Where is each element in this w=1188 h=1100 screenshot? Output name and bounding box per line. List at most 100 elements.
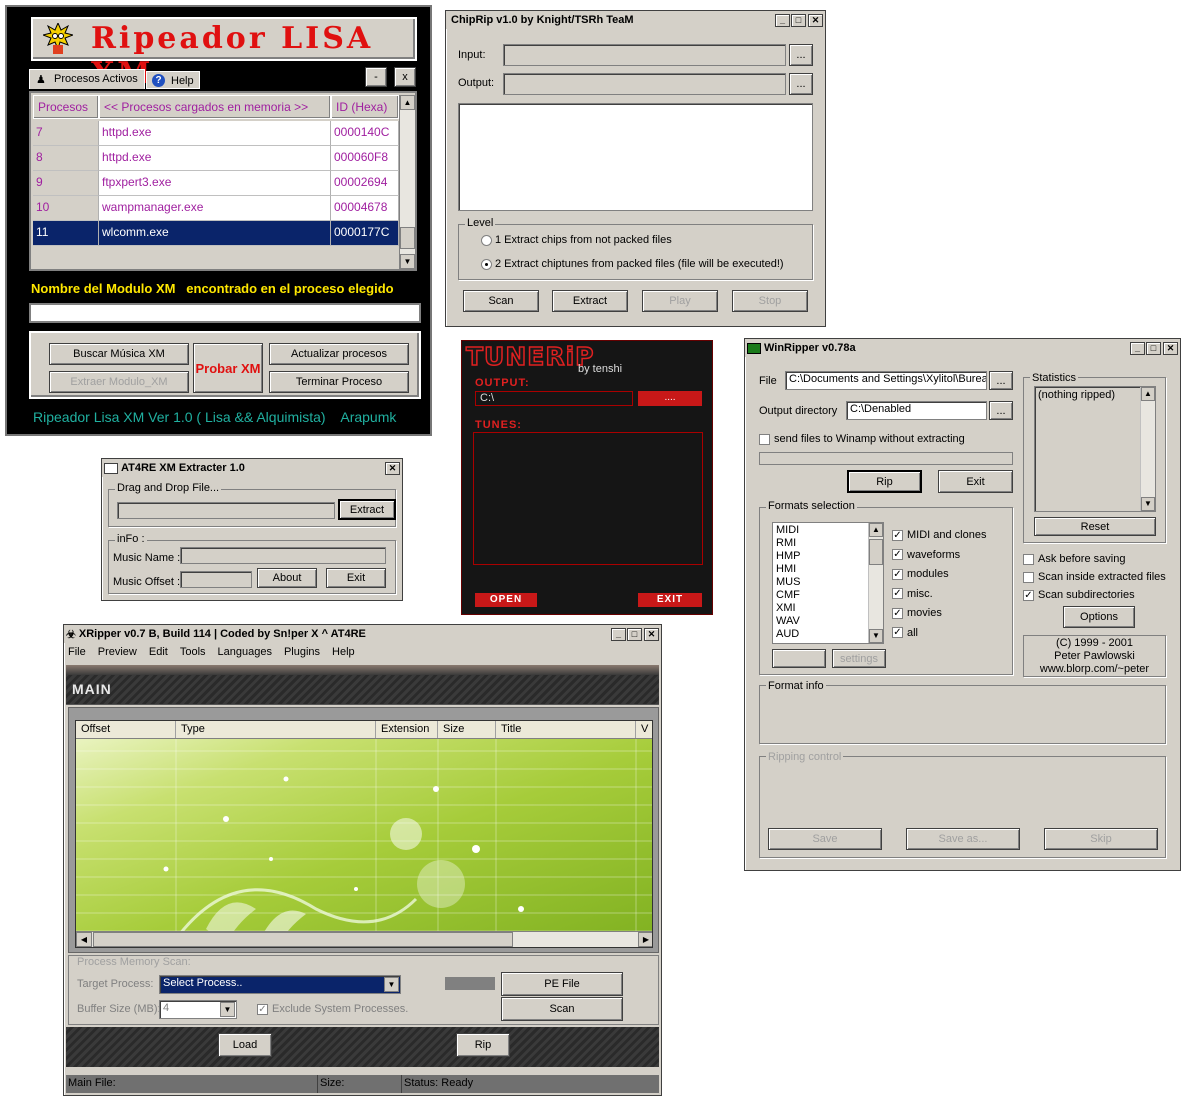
menu-item[interactable]: Languages: [218, 646, 272, 658]
buffer-size-select[interactable]: 4 ▼: [159, 1000, 237, 1019]
output-browse-button[interactable]: ...: [789, 73, 813, 95]
minimize-button[interactable]: -: [365, 67, 387, 87]
exit-button[interactable]: Exit: [326, 568, 386, 588]
exit-button[interactable]: Exit: [938, 470, 1013, 493]
close-button[interactable]: ✕: [644, 627, 659, 641]
tab-procesos-activos[interactable]: ♟ Procesos Activos: [29, 69, 145, 89]
output-browse-button[interactable]: ....: [638, 391, 702, 406]
level-option-2[interactable]: 2 Extract chiptunes from packed files (f…: [481, 258, 784, 270]
format-checkbox[interactable]: ✓ misc.: [892, 585, 986, 605]
terminar-proceso-button[interactable]: Terminar Proceso: [269, 371, 409, 393]
format-list-item[interactable]: XMI: [776, 602, 880, 615]
save-button[interactable]: Save: [768, 828, 882, 850]
output-browse-button[interactable]: ...: [989, 401, 1013, 420]
menu-item[interactable]: Plugins: [284, 646, 320, 658]
file-browse-button[interactable]: ...: [989, 371, 1013, 390]
col-procesos[interactable]: Procesos: [33, 95, 99, 119]
input-field[interactable]: [503, 44, 786, 66]
scan-button[interactable]: Scan: [463, 290, 539, 312]
horizontal-scrollbar[interactable]: ◀ ▶: [76, 931, 652, 947]
scan-button[interactable]: Scan: [501, 997, 623, 1021]
column-header[interactable]: Extension: [376, 721, 438, 738]
file-path-field[interactable]: [117, 502, 335, 519]
reset-button[interactable]: Reset: [1034, 517, 1156, 536]
load-button[interactable]: Load: [218, 1033, 272, 1057]
format-list-item[interactable]: HMI: [776, 563, 880, 576]
process-table-scrollbar[interactable]: ▲ ▼: [399, 95, 415, 269]
table-row[interactable]: 10 wampmanager.exe 00004678: [33, 196, 399, 221]
format-list-item[interactable]: RMI: [776, 537, 880, 550]
rip-button[interactable]: Rip: [847, 470, 922, 493]
stop-button[interactable]: Stop: [732, 290, 808, 312]
exit-button[interactable]: EXIT: [638, 593, 702, 607]
output-field[interactable]: [503, 73, 786, 95]
music-name-field[interactable]: [180, 547, 386, 564]
extract-button[interactable]: Extract: [552, 290, 628, 312]
output-field[interactable]: C:\: [475, 391, 633, 406]
rip-button[interactable]: Rip: [456, 1033, 510, 1057]
menu-item[interactable]: Tools: [180, 646, 206, 658]
col-procesos-cargados[interactable]: << Procesos cargados en memoria >>: [99, 95, 331, 119]
blank-button[interactable]: [772, 649, 826, 668]
tab-help[interactable]: ? Help: [146, 71, 200, 89]
probar-xm-button[interactable]: Probar XM: [193, 343, 263, 393]
format-checkbox[interactable]: ✓ MIDI and clones: [892, 526, 986, 546]
column-header[interactable]: V: [636, 721, 652, 738]
menu-item[interactable]: Edit: [149, 646, 168, 658]
format-list-item[interactable]: AUD: [776, 628, 880, 641]
format-list-item[interactable]: WAV: [776, 615, 880, 628]
menu-item[interactable]: Help: [332, 646, 355, 658]
close-button[interactable]: ✕: [385, 461, 400, 475]
pe-file-button[interactable]: PE File: [501, 972, 623, 996]
format-list-item[interactable]: CMF: [776, 589, 880, 602]
minimize-button[interactable]: _: [1130, 341, 1145, 355]
play-button[interactable]: Play: [642, 290, 718, 312]
input-browse-button[interactable]: ...: [789, 44, 813, 66]
close-button[interactable]: ✕: [1163, 341, 1178, 355]
extract-button[interactable]: Extract: [338, 499, 396, 520]
close-button[interactable]: ✕: [808, 13, 823, 27]
column-header[interactable]: Offset: [76, 721, 176, 738]
output-directory-field[interactable]: C:\Denabled: [846, 401, 987, 420]
maximize-button[interactable]: □: [627, 627, 642, 641]
format-list-item[interactable]: MIDI: [776, 524, 880, 537]
skip-button[interactable]: Skip: [1044, 828, 1158, 850]
settings-button[interactable]: settings: [832, 649, 886, 668]
column-header[interactable]: Size: [438, 721, 496, 738]
scan-option-checkbox[interactable]: Scan inside extracted files: [1023, 568, 1166, 586]
file-field[interactable]: C:\Documents and Settings\Xylitol\Burea: [785, 371, 987, 390]
target-process-select[interactable]: Select Process.. ▼: [159, 975, 401, 994]
music-offset-field[interactable]: [180, 571, 252, 588]
format-checkbox[interactable]: ✓ all: [892, 624, 986, 644]
table-row[interactable]: 9 ftpxpert3.exe 00002694: [33, 171, 399, 196]
format-checkbox[interactable]: ✓ movies: [892, 604, 986, 624]
format-checkbox[interactable]: ✓ waveforms: [892, 546, 986, 566]
buscar-musica-button[interactable]: Buscar Música XM: [49, 343, 189, 365]
extraer-modulo-button[interactable]: Extraer Modulo_XM: [49, 371, 189, 393]
options-button[interactable]: Options: [1063, 606, 1135, 628]
scan-option-checkbox[interactable]: Ask before saving: [1023, 550, 1166, 568]
table-row[interactable]: 8 httpd.exe 000060F8: [33, 146, 399, 171]
table-row[interactable]: 11 wlcomm.exe 0000177C: [33, 221, 399, 246]
maximize-button[interactable]: □: [1146, 341, 1161, 355]
level-option-1[interactable]: 1 Extract chips from not packed files: [481, 234, 672, 246]
minimize-button[interactable]: _: [611, 627, 626, 641]
format-list-item[interactable]: HMP: [776, 550, 880, 563]
save-as-button[interactable]: Save as...: [906, 828, 1020, 850]
module-name-field[interactable]: [29, 303, 421, 323]
column-header[interactable]: Type: [176, 721, 376, 738]
open-button[interactable]: OPEN: [475, 593, 537, 607]
maximize-button[interactable]: □: [791, 13, 806, 27]
tunes-list[interactable]: [473, 432, 703, 565]
column-header[interactable]: Title: [496, 721, 636, 738]
format-list-item[interactable]: MUS: [776, 576, 880, 589]
format-checkbox[interactable]: ✓ modules: [892, 565, 986, 585]
winamp-checkbox[interactable]: send files to Winamp without extracting: [759, 433, 965, 445]
table-row[interactable]: 7 httpd.exe 0000140C: [33, 121, 399, 146]
close-button[interactable]: x: [394, 67, 416, 87]
menu-item[interactable]: Preview: [98, 646, 137, 658]
formats-list[interactable]: MIDI RMI HMP HMI MUS CMF XMI WAV AUD ▲ ▼: [772, 522, 884, 644]
menu-item[interactable]: File: [68, 646, 86, 658]
about-button[interactable]: About: [257, 568, 317, 588]
scan-option-checkbox[interactable]: ✓ Scan subdirectories: [1023, 586, 1166, 604]
